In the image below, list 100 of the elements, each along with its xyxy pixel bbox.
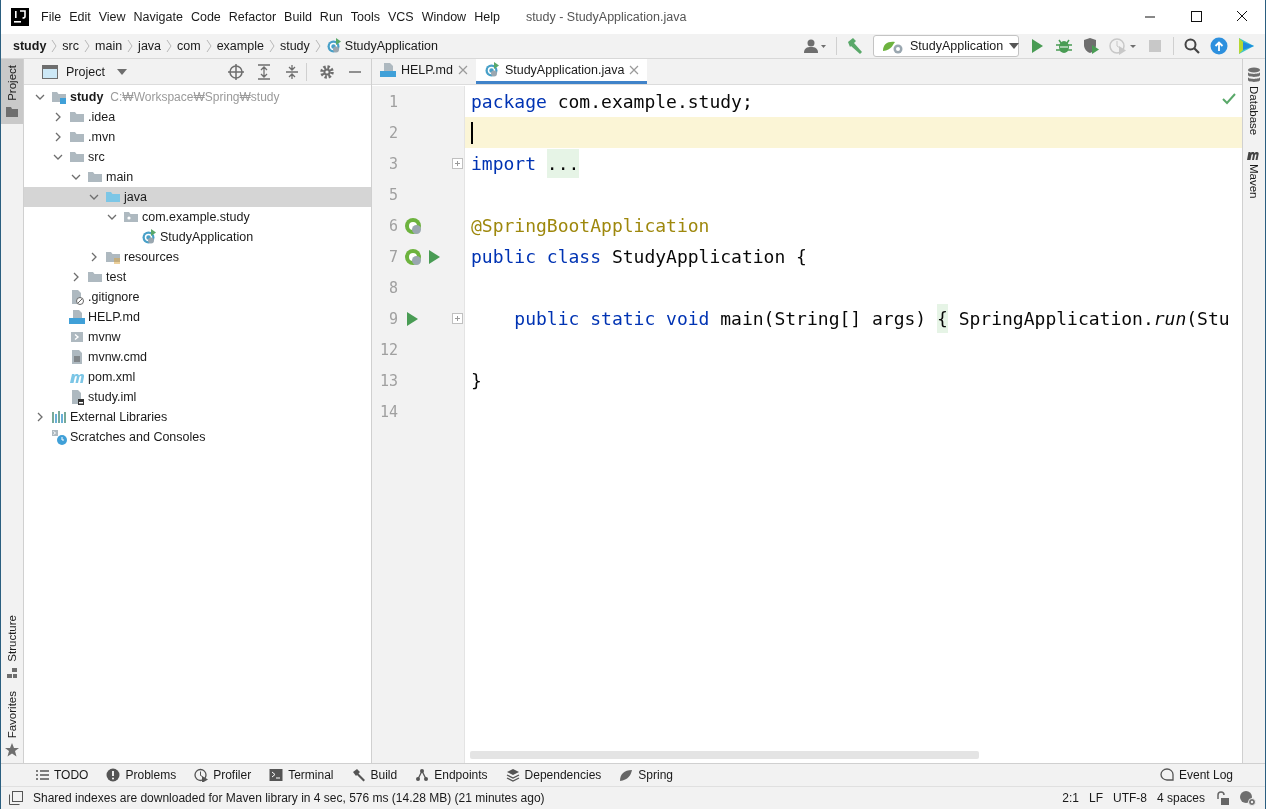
maven-icon [1247, 149, 1261, 162]
scratches-icon [51, 429, 67, 445]
tree-row[interactable]: test [24, 267, 371, 287]
tool-window-button[interactable]: Endpoints [415, 768, 488, 782]
tool-window-button[interactable]: Terminal [269, 768, 334, 782]
tree-row[interactable]: study C:₩Workspace₩Spring₩study [24, 87, 371, 107]
menu-item[interactable]: Edit [65, 10, 95, 24]
fold-icon[interactable] [452, 313, 463, 324]
collapse-all-icon[interactable] [284, 63, 300, 80]
user-icon[interactable] [803, 37, 827, 55]
bean-icon[interactable] [404, 216, 422, 235]
status-item[interactable]: UTF-8 [1112, 791, 1147, 805]
module-folder-icon [51, 89, 67, 105]
tree-row[interactable]: .mvn [24, 127, 371, 147]
menu-item[interactable]: View [94, 10, 130, 24]
status-item[interactable]: LF [1088, 791, 1103, 805]
lock-icon[interactable] [1215, 791, 1229, 805]
menu-item[interactable]: Refactor [224, 10, 281, 24]
folder-icon [87, 169, 103, 185]
menu-item[interactable]: VCS [384, 10, 418, 24]
tree-row[interactable]: src [24, 147, 371, 167]
tool-window-button[interactable]: Spring [619, 768, 673, 782]
tree-row[interactable]: .gitignore [24, 287, 371, 307]
run-configuration-dropdown[interactable]: StudyApplication [873, 35, 1019, 57]
tree-row[interactable]: com.example.study [24, 207, 371, 227]
tool-window-button[interactable]: Build [351, 768, 398, 782]
breadcrumb[interactable]: src [62, 39, 79, 53]
fold-icon[interactable] [452, 158, 463, 169]
coverage-icon[interactable] [1082, 37, 1100, 55]
caret-icon [1009, 42, 1020, 50]
tree-row[interactable]: resources [24, 247, 371, 267]
toggle-tool-windows-icon[interactable] [9, 791, 23, 805]
locate-icon[interactable] [228, 63, 244, 80]
expand-all-icon[interactable] [256, 63, 272, 80]
menu-item[interactable]: Help [470, 10, 504, 24]
tool-window-tab[interactable]: Structure [1, 609, 23, 685]
markdown-file-icon [380, 62, 396, 78]
scrollbar[interactable] [470, 751, 979, 759]
tool-window-tab[interactable]: Project [1, 59, 23, 124]
breadcrumb[interactable]: java [138, 39, 162, 53]
line-number: 8 [387, 278, 398, 297]
breadcrumb[interactable]: StudyApplication [325, 38, 438, 54]
tool-window-button[interactable]: TODO [35, 768, 89, 782]
breadcrumb[interactable]: com [177, 39, 201, 53]
search-icon[interactable] [1183, 37, 1201, 55]
tool-window-button[interactable]: Problems [106, 768, 177, 782]
breadcrumb[interactable]: study [279, 39, 310, 53]
chevron-separator-icon [50, 37, 59, 55]
tree-row[interactable]: study.iml [24, 387, 371, 407]
tool-window-button[interactable]: Profiler [194, 768, 252, 782]
status-item[interactable]: 2:1 [1062, 791, 1079, 805]
libraries-icon [51, 409, 67, 425]
breadcrumb[interactable]: example [216, 39, 264, 53]
tree-row[interactable]: mvnw [24, 327, 371, 347]
event-log-button[interactable]: Event Log [1159, 768, 1233, 782]
tool-window-tab[interactable]: Database [1243, 59, 1265, 142]
folder-icon [69, 129, 85, 145]
tree-row[interactable]: pom.xml [24, 367, 371, 387]
line-number: 7 [387, 247, 398, 266]
menu-item[interactable]: Code [186, 10, 225, 24]
tree-row[interactable]: main [24, 167, 371, 187]
tree-row[interactable]: StudyApplication [24, 227, 371, 247]
close-icon[interactable] [629, 65, 640, 75]
tree-row[interactable]: .idea [24, 107, 371, 127]
status-item[interactable]: 4 spaces [1156, 791, 1205, 805]
tool-window-tab[interactable]: Favorites [1, 684, 23, 763]
tree-row[interactable]: java [24, 187, 371, 207]
close-icon[interactable] [457, 65, 468, 75]
menu-item[interactable]: Navigate [129, 10, 187, 24]
breadcrumb[interactable]: main [95, 39, 123, 53]
breadcrumb[interactable]: study [13, 39, 47, 53]
tool-window-tab[interactable]: Maven [1243, 141, 1265, 205]
tool-window-button[interactable]: Dependencies [505, 768, 602, 782]
menu-item[interactable]: File [37, 10, 66, 24]
hammer-icon[interactable] [846, 37, 864, 55]
status-message[interactable]: Shared indexes are downloaded for Maven library in 4 sec, 576 ms (14.28 MB) (21 minutes ago) [33, 791, 545, 805]
tree-row[interactable]: mvnw.cmd [24, 347, 371, 367]
ignored-file-icon [69, 289, 85, 305]
editor-tab[interactable]: HELP.md [372, 59, 476, 84]
folder-icon [69, 109, 85, 125]
menu-item[interactable]: Build [280, 10, 316, 24]
caret-icon[interactable] [116, 67, 127, 76]
bug-icon[interactable] [1055, 37, 1073, 55]
tree-row[interactable]: External Libraries [24, 407, 371, 427]
panel-title[interactable]: Project [66, 64, 105, 79]
tree-row[interactable]: Scratches and Consoles [24, 427, 371, 447]
menu-item[interactable]: Tools [346, 10, 384, 24]
menu-item[interactable]: Run [315, 10, 347, 24]
bean-icon[interactable] [404, 247, 422, 266]
folder-icon [6, 105, 18, 118]
menu-item[interactable]: Window [417, 10, 471, 24]
update-icon[interactable] [1210, 37, 1228, 55]
resources-folder-icon [105, 249, 121, 265]
toolbox-icon[interactable] [1237, 37, 1255, 55]
line-number: 13 [378, 371, 398, 390]
structure-icon [6, 666, 18, 679]
settings-icon[interactable] [319, 63, 335, 80]
tree-row[interactable]: HELP.md [24, 307, 371, 327]
editor-tab[interactable]: StudyApplication.java [475, 59, 648, 84]
folder-icon [69, 149, 85, 165]
